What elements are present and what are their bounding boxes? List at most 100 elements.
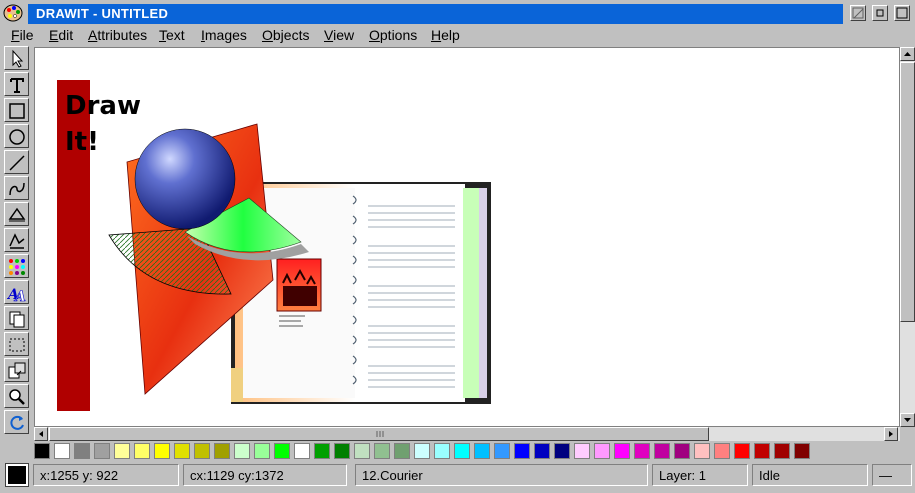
draw-it-line-2[interactable]: It!	[65, 124, 99, 160]
palette-swatch[interactable]	[354, 443, 370, 459]
palette-swatch[interactable]	[314, 443, 330, 459]
palette-swatch[interactable]	[494, 443, 510, 459]
palette-swatch[interactable]	[594, 443, 610, 459]
horizontal-scroll-thumb[interactable]	[49, 427, 709, 441]
palette-swatch[interactable]	[294, 443, 310, 459]
coordinates-readout: x:1255 y: 922	[33, 464, 179, 486]
curve-icon	[9, 182, 25, 196]
palette-swatch[interactable]	[574, 443, 590, 459]
rotate-tool[interactable]	[4, 410, 29, 434]
palette-swatch[interactable]	[194, 443, 210, 459]
tool-palette: AA	[3, 46, 31, 438]
palette-swatch[interactable]	[794, 443, 810, 459]
maximize-icon	[896, 7, 908, 19]
palette-swatch[interactable]	[254, 443, 270, 459]
import-image-tool[interactable]	[4, 358, 29, 382]
canvas-artwork	[57, 80, 491, 411]
import-image-icon	[8, 362, 26, 379]
color-fill-tool[interactable]	[4, 254, 29, 278]
horizontal-scrollbar[interactable]	[34, 427, 900, 441]
palette-swatch[interactable]	[774, 443, 790, 459]
palette-swatch[interactable]	[734, 443, 750, 459]
selection-marquee-tool[interactable]	[4, 332, 29, 356]
draw-it-line-1[interactable]: Draw	[65, 88, 141, 124]
title-bar[interactable]: DRAWIT - UNTITLED	[0, 0, 915, 26]
scroll-right-button[interactable]	[884, 427, 898, 441]
scroll-left-button[interactable]	[34, 427, 48, 441]
scroll-up-button[interactable]	[900, 47, 915, 61]
line-tool[interactable]	[4, 150, 29, 174]
menu-bar: File Edit Attributes Text Images Objects…	[0, 26, 915, 46]
menu-file[interactable]: File	[11, 27, 34, 43]
palette-swatch[interactable]	[694, 443, 710, 459]
menu-edit[interactable]: Edit	[49, 27, 73, 43]
menu-view[interactable]: View	[324, 27, 354, 43]
palette-swatch[interactable]	[454, 443, 470, 459]
palette-swatch[interactable]	[234, 443, 250, 459]
palette-swatch[interactable]	[134, 443, 150, 459]
polygon-tool[interactable]	[4, 202, 29, 226]
status-bar: x:1255 y: 922 cx:1129 cy:1372 12.Courier…	[0, 462, 915, 493]
minimize-button[interactable]	[850, 5, 866, 21]
ellipse-tool[interactable]	[4, 124, 29, 148]
palette-swatch[interactable]	[54, 443, 70, 459]
text-tool-icon	[10, 78, 24, 93]
palette-swatch[interactable]	[334, 443, 350, 459]
palette-swatch[interactable]	[754, 443, 770, 459]
zoom-tool[interactable]	[4, 384, 29, 408]
palette-swatch[interactable]	[94, 443, 110, 459]
palette-swatch[interactable]	[414, 443, 430, 459]
menu-objects[interactable]: Objects	[262, 27, 309, 43]
grip-icon	[376, 431, 384, 437]
palette-swatch[interactable]	[534, 443, 550, 459]
menu-images[interactable]: Images	[201, 27, 247, 43]
palette-swatch[interactable]	[154, 443, 170, 459]
palette-app-icon[interactable]	[3, 3, 23, 23]
palette-swatch[interactable]	[274, 443, 290, 459]
palette-swatch[interactable]	[554, 443, 570, 459]
palette-swatch[interactable]	[674, 443, 690, 459]
palette-swatch[interactable]	[34, 443, 50, 459]
menu-options[interactable]: Options	[369, 27, 417, 43]
rotate-icon	[10, 415, 24, 430]
menu-attributes[interactable]: Attributes	[88, 27, 147, 43]
blue-sphere-shape[interactable]	[134, 128, 236, 230]
menu-help[interactable]: Help	[431, 27, 460, 43]
scroll-down-button[interactable]	[900, 413, 915, 427]
menu-text[interactable]: Text	[159, 27, 185, 43]
vertical-scrollbar[interactable]	[900, 47, 915, 427]
palette-swatch[interactable]	[514, 443, 530, 459]
palette-swatch[interactable]	[114, 443, 130, 459]
palette-swatch[interactable]	[214, 443, 230, 459]
current-color-swatch[interactable]	[5, 463, 29, 487]
restore-icon	[876, 9, 884, 17]
freehand-icon	[9, 233, 25, 249]
rectangle-tool[interactable]	[4, 98, 29, 122]
palette-swatch[interactable]	[174, 443, 190, 459]
address-book-image[interactable]	[231, 182, 491, 404]
window-title: DRAWIT - UNTITLED	[36, 6, 169, 21]
text-tool[interactable]	[4, 72, 29, 96]
palette-swatch[interactable]	[394, 443, 410, 459]
palette-swatch[interactable]	[474, 443, 490, 459]
selection-marquee-icon	[9, 338, 25, 352]
palette-swatch[interactable]	[714, 443, 730, 459]
maximize-button[interactable]	[894, 5, 910, 21]
palette-swatch[interactable]	[654, 443, 670, 459]
title-strip: DRAWIT - UNTITLED	[28, 4, 843, 24]
svg-text:A: A	[13, 289, 26, 303]
palette-swatch[interactable]	[614, 443, 630, 459]
freehand-tool[interactable]	[4, 228, 29, 252]
text-effects-tool[interactable]: AA	[4, 280, 29, 304]
palette-swatch[interactable]	[634, 443, 650, 459]
palette-swatch[interactable]	[434, 443, 450, 459]
text-effects-icon: AA	[7, 287, 26, 303]
restore-button[interactable]	[872, 5, 888, 21]
palette-swatch[interactable]	[74, 443, 90, 459]
duplicate-tool[interactable]	[4, 306, 29, 330]
palette-swatch[interactable]	[374, 443, 390, 459]
drawing-canvas[interactable]: Draw It!	[34, 47, 900, 427]
vertical-scroll-thumb[interactable]	[900, 62, 915, 322]
pointer-tool[interactable]	[4, 46, 29, 70]
curve-tool[interactable]	[4, 176, 29, 200]
